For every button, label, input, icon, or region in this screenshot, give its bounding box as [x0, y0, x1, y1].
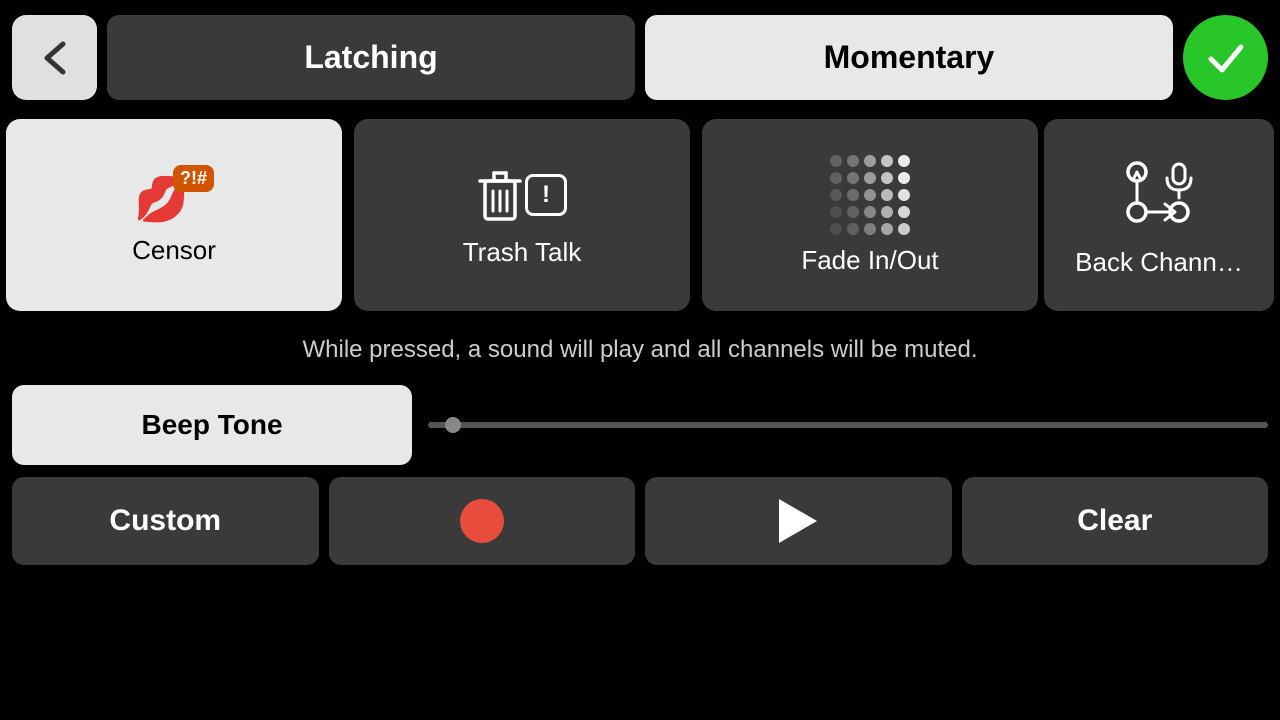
censor-icon: 💋 ?!# [134, 165, 214, 225]
slider-thumb [445, 417, 461, 433]
audio-slider[interactable] [428, 422, 1268, 428]
bottom-section: Beep Tone Custom Clear [0, 385, 1280, 565]
card-back-channel[interactable]: Back Chann… [1044, 119, 1274, 311]
fade-icon [830, 155, 910, 235]
cards-row: 💋 ?!# Censor ! Trash Talk [0, 115, 1280, 315]
header: Latching Momentary [0, 0, 1280, 115]
fade-inout-label: Fade In/Out [801, 245, 938, 276]
record-icon [460, 499, 504, 543]
action-row: Custom Clear [8, 477, 1272, 565]
beep-row: Beep Tone [8, 385, 1272, 465]
play-icon [779, 499, 817, 543]
description-text: While pressed, a sound will play and all… [0, 315, 1280, 385]
card-censor[interactable]: 💋 ?!# Censor [6, 119, 342, 311]
play-button[interactable] [645, 477, 952, 565]
back-button[interactable] [12, 15, 97, 100]
record-button[interactable] [329, 477, 636, 565]
exclaim-icon: ! [525, 174, 567, 216]
back-channel-icon [1119, 152, 1199, 237]
tab-momentary[interactable]: Momentary [645, 15, 1173, 100]
trash-talk-label: Trash Talk [463, 237, 582, 268]
beep-tone-button[interactable]: Beep Tone [12, 385, 412, 465]
card-fade-inout[interactable]: Fade In/Out [702, 119, 1038, 311]
trash-icon [477, 167, 523, 223]
card-trash-talk[interactable]: ! Trash Talk [354, 119, 690, 311]
curse-bubble: ?!# [173, 165, 214, 192]
tab-latching[interactable]: Latching [107, 15, 635, 100]
back-channel-label: Back Chann… [1075, 247, 1243, 278]
censor-label: Censor [132, 235, 216, 266]
confirm-button[interactable] [1183, 15, 1268, 100]
trash-talk-icon: ! [477, 163, 567, 227]
clear-button[interactable]: Clear [962, 477, 1269, 565]
custom-button[interactable]: Custom [12, 477, 319, 565]
